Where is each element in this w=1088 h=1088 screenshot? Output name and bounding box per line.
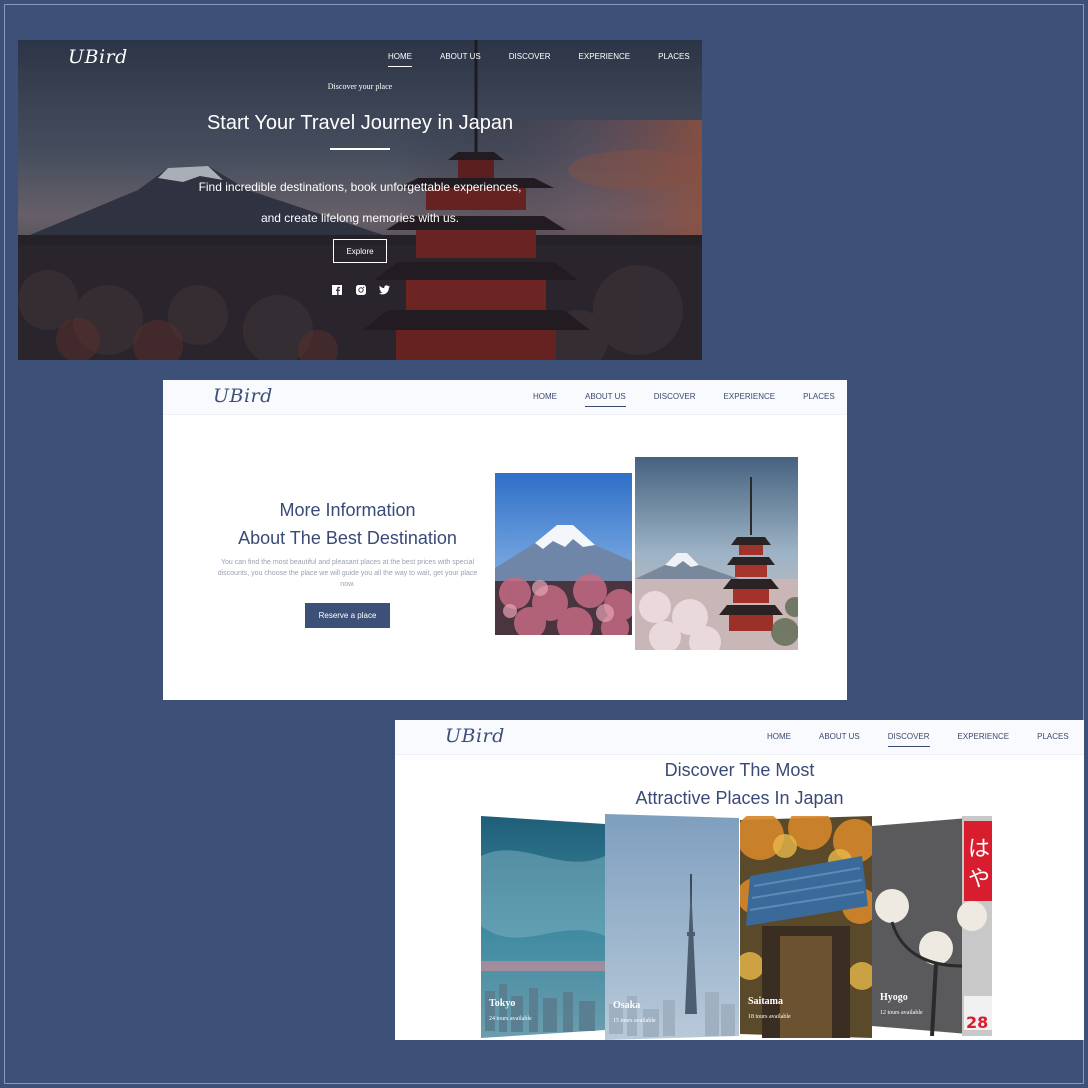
place-card-tours: 15 tours available (613, 1018, 656, 1024)
explore-button[interactable]: Explore (333, 239, 387, 263)
nav-experience[interactable]: EXPERIENCE (565, 49, 645, 65)
hero-divider (330, 148, 390, 150)
discover-section: UBird HOME ABOUT US DISCOVER EXPERIENCE … (395, 720, 1084, 1040)
main-nav: HOME ABOUT US DISCOVER EXPERIENCE PLACES (753, 729, 1083, 747)
main-nav: HOME ABOUT US DISCOVER EXPERIENCE PLACES (519, 389, 847, 407)
about-section: UBird HOME ABOUT US DISCOVER EXPERIENCE … (163, 380, 847, 700)
place-card-tours: 12 tours available (880, 1010, 923, 1016)
nav-home[interactable]: HOME (519, 389, 571, 405)
social-links (331, 284, 390, 295)
about-title-line2: About The Best Destination (238, 528, 457, 548)
nav-experience[interactable]: EXPERIENCE (944, 729, 1024, 745)
hero-kicker: Discover your place (327, 82, 393, 91)
discover-title-line1: Discover The Most (664, 760, 815, 780)
mount-fuji-image (495, 473, 632, 635)
nav-home[interactable]: HOME (753, 729, 805, 745)
place-card-osaka[interactable]: Osaka 15 tours available (605, 814, 739, 1040)
place-card-name: Saitama (748, 996, 783, 1007)
place-card-hyogo[interactable]: は や 28 Hyogo 12 tours available (872, 816, 992, 1036)
nav-experience[interactable]: EXPERIENCE (710, 389, 790, 405)
nav-places[interactable]: PLACES (789, 389, 847, 405)
place-card-tours: 18 tours available (748, 1014, 791, 1020)
about-description: You can find the most beautiful and plea… (217, 559, 478, 588)
nav-discover[interactable]: DISCOVER (495, 49, 565, 65)
main-nav: HOME ABOUT US DISCOVER EXPERIENCE PLACES (374, 49, 702, 67)
place-card-tours: 24 tours available (489, 1016, 532, 1022)
discover-title-line2: Attractive Places In Japan (635, 788, 844, 808)
twitter-icon[interactable] (379, 284, 390, 295)
instagram-icon[interactable] (355, 284, 366, 295)
place-card-saitama[interactable]: Saitama 18 tours available (740, 816, 872, 1038)
hero-title: Start Your Travel Journey in Japan (18, 112, 702, 135)
hyogo-image: は や 28 (872, 816, 992, 1036)
place-card-name: Tokyo (489, 998, 516, 1009)
svg-text:28: 28 (966, 1013, 988, 1032)
nav-about-us[interactable]: ABOUT US (805, 729, 874, 745)
about-title-line1: More Information (279, 500, 416, 520)
facebook-icon[interactable] (331, 284, 342, 295)
nav-about-us[interactable]: ABOUT US (571, 389, 640, 407)
nav-places[interactable]: PLACES (1023, 729, 1083, 745)
reserve-button[interactable]: Reserve a place (305, 603, 390, 628)
hero-section: UBird HOME ABOUT US DISCOVER EXPERIENCE … (18, 40, 702, 360)
place-card-name: Hyogo (880, 992, 908, 1003)
hero-description: Find incredible destinations, book unfor… (18, 172, 702, 234)
nav-home[interactable]: HOME (374, 49, 426, 67)
logo[interactable]: UBird (68, 46, 128, 68)
svg-text:は: は (968, 837, 990, 862)
pagoda-image (635, 457, 798, 650)
place-card-tokyo[interactable]: Tokyo 24 tours available (481, 816, 605, 1038)
nav-discover[interactable]: DISCOVER (874, 729, 944, 747)
place-card-name: Osaka (613, 1000, 641, 1011)
hero-description-line1: Find incredible destinations, book unfor… (198, 180, 522, 194)
hero-title-start: Start Your (206, 112, 301, 134)
hero-title-end: in Japan (431, 112, 514, 134)
hero-description-line2: and create lifelong memories with us. (260, 211, 460, 225)
nav-about-us[interactable]: ABOUT US (426, 49, 495, 65)
logo[interactable]: UBird (445, 725, 505, 747)
about-title: More Information About The Best Destinat… (210, 496, 485, 552)
hero-title-bold: Travel Journey (300, 112, 432, 134)
svg-text:や: や (968, 867, 990, 892)
logo[interactable]: UBird (213, 385, 273, 407)
discover-title: Discover The Most Attractive Places In J… (395, 756, 1084, 812)
nav-discover[interactable]: DISCOVER (640, 389, 710, 405)
nav-places[interactable]: PLACES (644, 49, 702, 65)
